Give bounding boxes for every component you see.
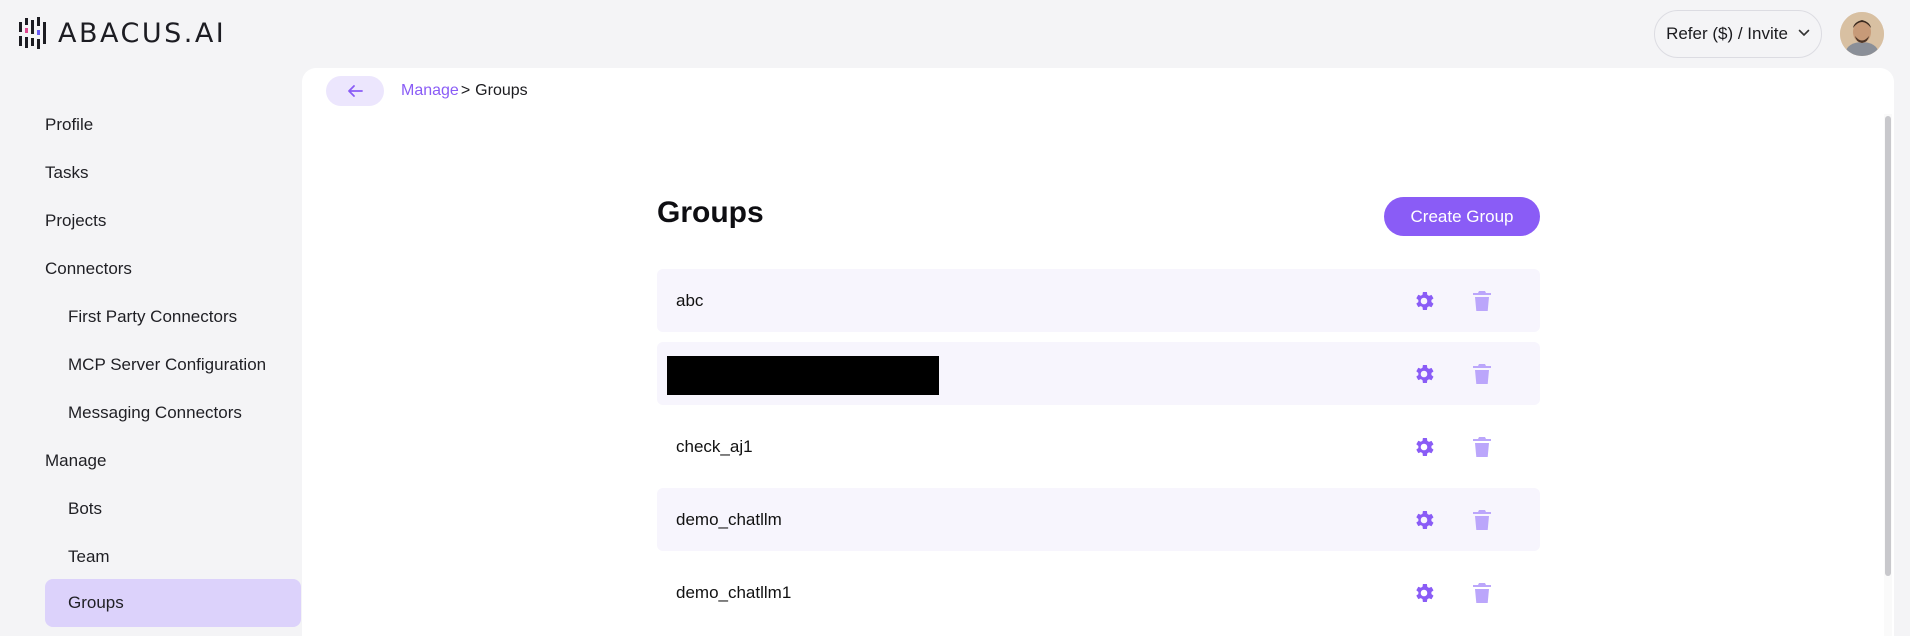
trash-icon[interactable] (1470, 362, 1494, 386)
page-title: Groups (657, 196, 764, 229)
group-name[interactable]: check_aj1 (676, 437, 753, 457)
trash-icon[interactable] (1470, 581, 1494, 605)
sidebar-item-label: First Party Connectors (68, 307, 238, 326)
breadcrumb: Manage > Groups (401, 82, 528, 100)
sidebar-item-label: Team (68, 547, 110, 566)
sidebar-item-manage[interactable]: Manage (45, 437, 300, 485)
content-panel: Manage > Groups Groups Create Group abc … (302, 68, 1894, 636)
refer-invite-label: Refer ($) / Invite (1666, 24, 1788, 43)
sidebar-item-label: Projects (45, 211, 107, 230)
redacted-group-name (667, 356, 939, 395)
group-row: demo_chatllm (657, 488, 1540, 551)
sidebar-item-label: Groups (68, 593, 124, 612)
scrollbar-thumb[interactable] (1885, 116, 1891, 576)
logo-text-bold: ABACUS (58, 17, 184, 49)
user-avatar[interactable] (1840, 12, 1884, 56)
gear-icon[interactable] (1412, 362, 1436, 386)
trash-icon[interactable] (1470, 435, 1494, 459)
sidebar-item-label: Manage (45, 451, 107, 470)
back-button[interactable] (326, 76, 384, 106)
sidebar-item-label: Profile (45, 115, 94, 134)
abacus-logo[interactable]: ABACUS.AI (18, 16, 226, 50)
group-name[interactable]: demo_chatllm1 (676, 583, 791, 603)
group-row: demo_chatllm1 (657, 561, 1540, 624)
gear-icon[interactable] (1412, 435, 1436, 459)
sidebar-item-messaging-connectors[interactable]: Messaging Connectors (45, 389, 301, 437)
sidebar-item-tasks[interactable]: Tasks (45, 149, 300, 197)
avatar-image (1840, 12, 1884, 56)
create-group-button[interactable]: Create Group (1384, 197, 1540, 236)
sidebar-item-team[interactable]: Team (45, 533, 301, 581)
sidebar-item-first-party-connectors[interactable]: First Party Connectors (45, 293, 301, 341)
trash-icon[interactable] (1470, 508, 1494, 532)
abacus-logo-icon (19, 17, 46, 49)
logo-text-light: .AI (183, 17, 227, 49)
sidebar-item-label: Tasks (45, 163, 89, 182)
logo-text: ABACUS.AI (58, 18, 226, 49)
gear-icon[interactable] (1412, 289, 1436, 313)
sidebar-item-mcp-server-configuration[interactable]: MCP Server Configuration (45, 341, 301, 389)
sidebar-item-groups[interactable]: Groups (45, 579, 301, 627)
group-name[interactable]: abc (676, 291, 703, 311)
refer-invite-button[interactable]: Refer ($) / Invite (1654, 10, 1822, 58)
sidebar-item-label: Bots (68, 499, 103, 518)
trash-icon[interactable] (1470, 289, 1494, 313)
sidebar-item-label: MCP Server Configuration (68, 355, 267, 374)
chevron-down-icon (1798, 29, 1810, 37)
sidebar-item-connectors[interactable]: Connectors (45, 245, 300, 293)
group-row (657, 342, 1540, 405)
sidebar-item-profile[interactable]: Profile (45, 101, 300, 149)
breadcrumb-current: Groups (475, 82, 528, 99)
sidebar-item-projects[interactable]: Projects (45, 197, 300, 245)
gear-icon[interactable] (1412, 508, 1436, 532)
breadcrumb-separator: > (460, 82, 471, 99)
group-name[interactable]: demo_chatllm (676, 510, 782, 530)
arrow-left-icon (348, 85, 363, 97)
top-bar: ABACUS.AI Refer ($) / Invite (0, 0, 1910, 68)
breadcrumb-manage-link[interactable]: Manage (401, 82, 459, 100)
group-row: check_aj1 (657, 415, 1540, 478)
group-row: abc (657, 269, 1540, 332)
sidebar-item-label: Messaging Connectors (68, 403, 242, 422)
sidebar-item-bots[interactable]: Bots (45, 485, 301, 533)
gear-icon[interactable] (1412, 581, 1436, 605)
sidebar-nav: Profile Tasks Projects Connectors First … (0, 68, 302, 636)
sidebar-item-label: Connectors (45, 259, 132, 278)
